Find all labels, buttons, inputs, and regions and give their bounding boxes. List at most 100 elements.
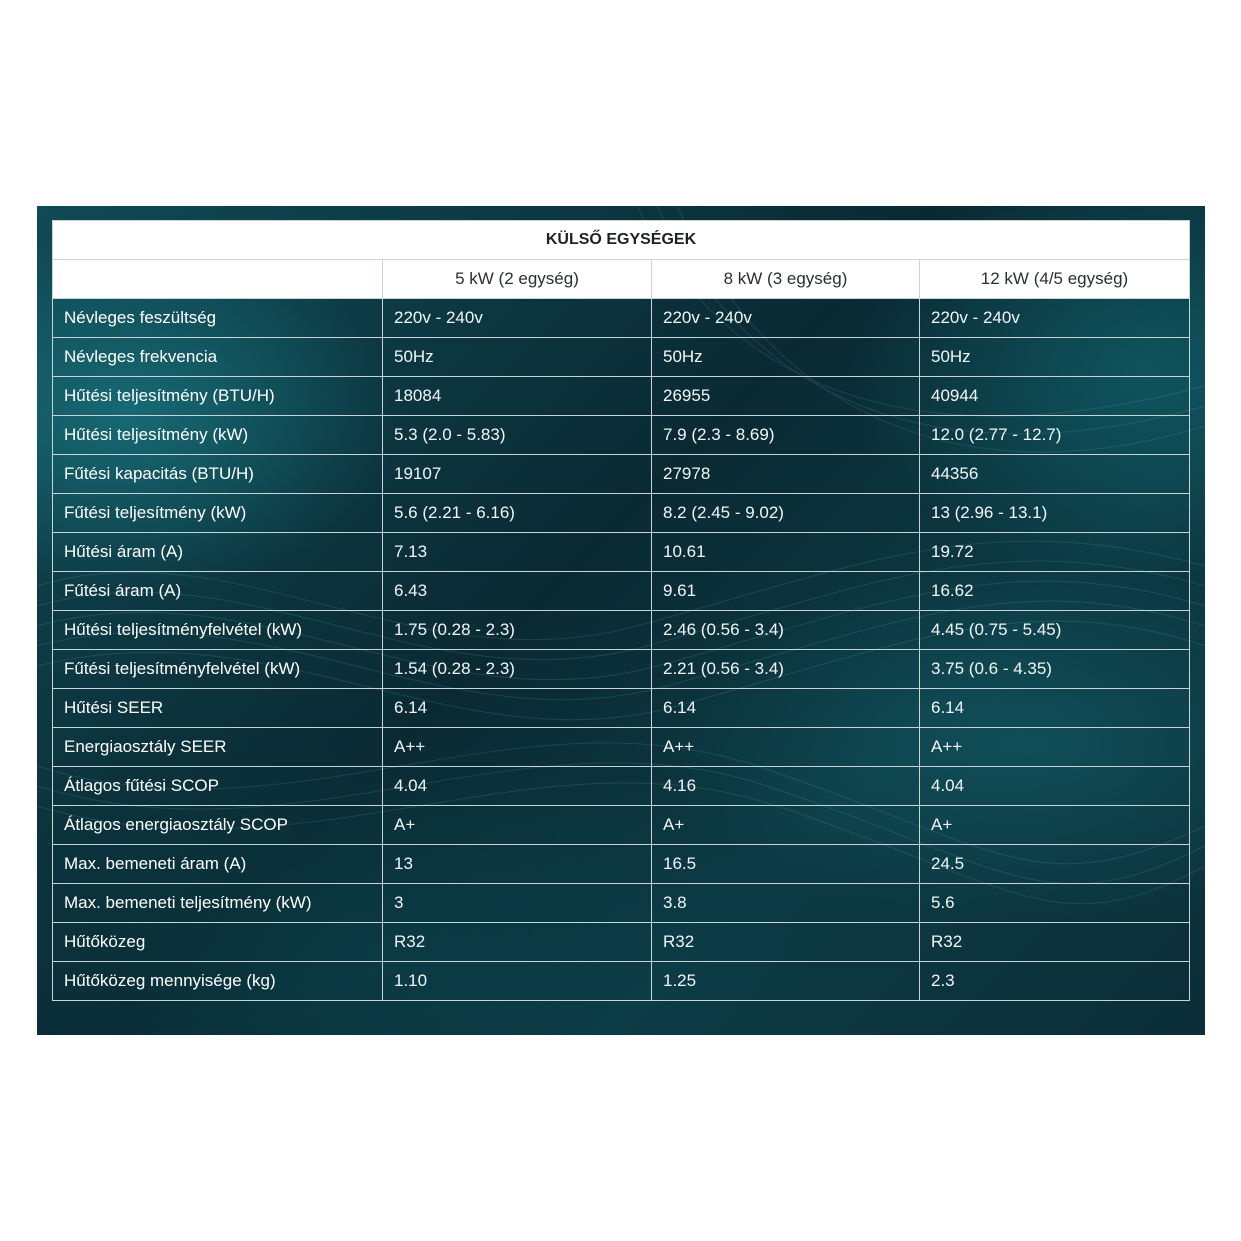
row-label: Névleges feszültség <box>52 298 383 338</box>
row-label: Hűtési teljesítmény (BTU/H) <box>52 376 383 416</box>
row-label: Hűtőközeg <box>52 922 383 962</box>
row-label: Átlagos fűtési SCOP <box>52 766 383 806</box>
row-value: 220v - 240v <box>919 298 1190 338</box>
column-header-5kw: 5 kW (2 egység) <box>382 259 652 299</box>
row-value: 26955 <box>651 376 920 416</box>
table-title: KÜLSŐ EGYSÉGEK <box>52 220 1190 260</box>
row-value: 5.3 (2.0 - 5.83) <box>382 415 652 455</box>
row-label: Hűtőközeg mennyisége (kg) <box>52 961 383 1001</box>
row-value: 3 <box>382 883 652 923</box>
row-value: 50Hz <box>382 337 652 377</box>
row-value: 6.14 <box>919 688 1190 728</box>
outdoor-units-spec-table: KÜLSŐ EGYSÉGEK 5 kW (2 egység) 8 kW (3 e… <box>52 220 1190 1001</box>
row-value: 40944 <box>919 376 1190 416</box>
row-value: 5.6 (2.21 - 6.16) <box>382 493 652 533</box>
row-value: R32 <box>919 922 1190 962</box>
row-value: A++ <box>651 727 920 767</box>
row-value: 1.54 (0.28 - 2.3) <box>382 649 652 689</box>
row-label: Max. bemeneti teljesítmény (kW) <box>52 883 383 923</box>
table-row: Hűtési áram (A) 7.13 10.61 19.72 <box>52 532 1190 572</box>
column-header-12kw: 12 kW (4/5 egység) <box>919 259 1190 299</box>
table-row: Max. bemeneti teljesítmény (kW) 3 3.8 5.6 <box>52 883 1190 923</box>
row-value: 220v - 240v <box>382 298 652 338</box>
table-row: Max. bemeneti áram (A) 13 16.5 24.5 <box>52 844 1190 884</box>
row-label: Fűtési kapacitás (BTU/H) <box>52 454 383 494</box>
row-value: 5.6 <box>919 883 1190 923</box>
row-label: Energiaosztály SEER <box>52 727 383 767</box>
table-row: Hűtési teljesítmény (kW) 5.3 (2.0 - 5.83)… <box>52 415 1190 455</box>
row-value: 1.25 <box>651 961 920 1001</box>
row-value: 2.3 <box>919 961 1190 1001</box>
row-value: 6.43 <box>382 571 652 611</box>
row-value: 6.14 <box>651 688 920 728</box>
spec-panel: KÜLSŐ EGYSÉGEK 5 kW (2 egység) 8 kW (3 e… <box>37 206 1205 1035</box>
table-row: Fűtési teljesítmény (kW) 5.6 (2.21 - 6.16… <box>52 493 1190 533</box>
row-value: 44356 <box>919 454 1190 494</box>
row-value: 6.14 <box>382 688 652 728</box>
table-row: Fűtési áram (A) 6.43 9.61 16.62 <box>52 571 1190 611</box>
row-value: 3.75 (0.6 - 4.35) <box>919 649 1190 689</box>
row-value: 4.45 (0.75 - 5.45) <box>919 610 1190 650</box>
row-value: R32 <box>382 922 652 962</box>
row-label: Hűtési teljesítményfelvétel (kW) <box>52 610 383 650</box>
row-value: 16.62 <box>919 571 1190 611</box>
row-value: 7.13 <box>382 532 652 572</box>
table-row: Hűtési teljesítményfelvétel (kW) 1.75 (0.… <box>52 610 1190 650</box>
table-row: Hűtőközeg mennyisége (kg) 1.10 1.25 2.3 <box>52 961 1190 1001</box>
row-value: 50Hz <box>651 337 920 377</box>
row-value: 13 (2.96 - 13.1) <box>919 493 1190 533</box>
table-row: Hűtési teljesítmény (BTU/H) 18084 26955 409… <box>52 376 1190 416</box>
row-value: 220v - 240v <box>651 298 920 338</box>
row-label: Hűtési teljesítmény (kW) <box>52 415 383 455</box>
table-row: Fűtési teljesítményfelvétel (kW) 1.54 (0.… <box>52 649 1190 689</box>
row-value: 4.04 <box>382 766 652 806</box>
row-value: A+ <box>382 805 652 845</box>
row-value: 4.16 <box>651 766 920 806</box>
row-value: R32 <box>651 922 920 962</box>
table-header-row: 5 kW (2 egység) 8 kW (3 egység) 12 kW (4… <box>52 259 1190 299</box>
row-value: A+ <box>651 805 920 845</box>
table-row: Átlagos energiaosztály SCOP A+ A+ A+ <box>52 805 1190 845</box>
row-label: Névleges frekvencia <box>52 337 383 377</box>
row-value: 19107 <box>382 454 652 494</box>
row-label: Fűtési teljesítményfelvétel (kW) <box>52 649 383 689</box>
row-value: 24.5 <box>919 844 1190 884</box>
row-value: 27978 <box>651 454 920 494</box>
row-value: 1.10 <box>382 961 652 1001</box>
row-value: 50Hz <box>919 337 1190 377</box>
row-value: 9.61 <box>651 571 920 611</box>
table-row: Fűtési kapacitás (BTU/H) 19107 27978 44356 <box>52 454 1190 494</box>
row-value: 12.0 (2.77 - 12.7) <box>919 415 1190 455</box>
row-label: Átlagos energiaosztály SCOP <box>52 805 383 845</box>
row-value: A++ <box>919 727 1190 767</box>
row-label: Hűtési SEER <box>52 688 383 728</box>
header-corner-cell <box>52 259 383 299</box>
row-label: Fűtési teljesítmény (kW) <box>52 493 383 533</box>
table-title-row: KÜLSŐ EGYSÉGEK <box>52 220 1190 260</box>
row-value: 4.04 <box>919 766 1190 806</box>
row-value: A++ <box>382 727 652 767</box>
table-row: Hűtőközeg R32 R32 R32 <box>52 922 1190 962</box>
table-row: Hűtési SEER 6.14 6.14 6.14 <box>52 688 1190 728</box>
table-row: Átlagos fűtési SCOP 4.04 4.16 4.04 <box>52 766 1190 806</box>
row-value: 2.21 (0.56 - 3.4) <box>651 649 920 689</box>
table-row: Névleges frekvencia 50Hz 50Hz 50Hz <box>52 337 1190 377</box>
row-label: Max. bemeneti áram (A) <box>52 844 383 884</box>
table-row: Névleges feszültség 220v - 240v 220v - 240… <box>52 298 1190 338</box>
row-label: Fűtési áram (A) <box>52 571 383 611</box>
spec-table-body: Névleges feszültség 220v - 240v 220v - 240… <box>52 298 1190 1001</box>
row-value: 7.9 (2.3 - 8.69) <box>651 415 920 455</box>
row-value: 8.2 (2.45 - 9.02) <box>651 493 920 533</box>
row-value: A+ <box>919 805 1190 845</box>
row-value: 16.5 <box>651 844 920 884</box>
row-value: 3.8 <box>651 883 920 923</box>
row-value: 2.46 (0.56 - 3.4) <box>651 610 920 650</box>
row-value: 13 <box>382 844 652 884</box>
row-label: Hűtési áram (A) <box>52 532 383 572</box>
table-row: Energiaosztály SEER A++ A++ A++ <box>52 727 1190 767</box>
column-header-8kw: 8 kW (3 egység) <box>651 259 920 299</box>
row-value: 19.72 <box>919 532 1190 572</box>
row-value: 1.75 (0.28 - 2.3) <box>382 610 652 650</box>
row-value: 18084 <box>382 376 652 416</box>
row-value: 10.61 <box>651 532 920 572</box>
